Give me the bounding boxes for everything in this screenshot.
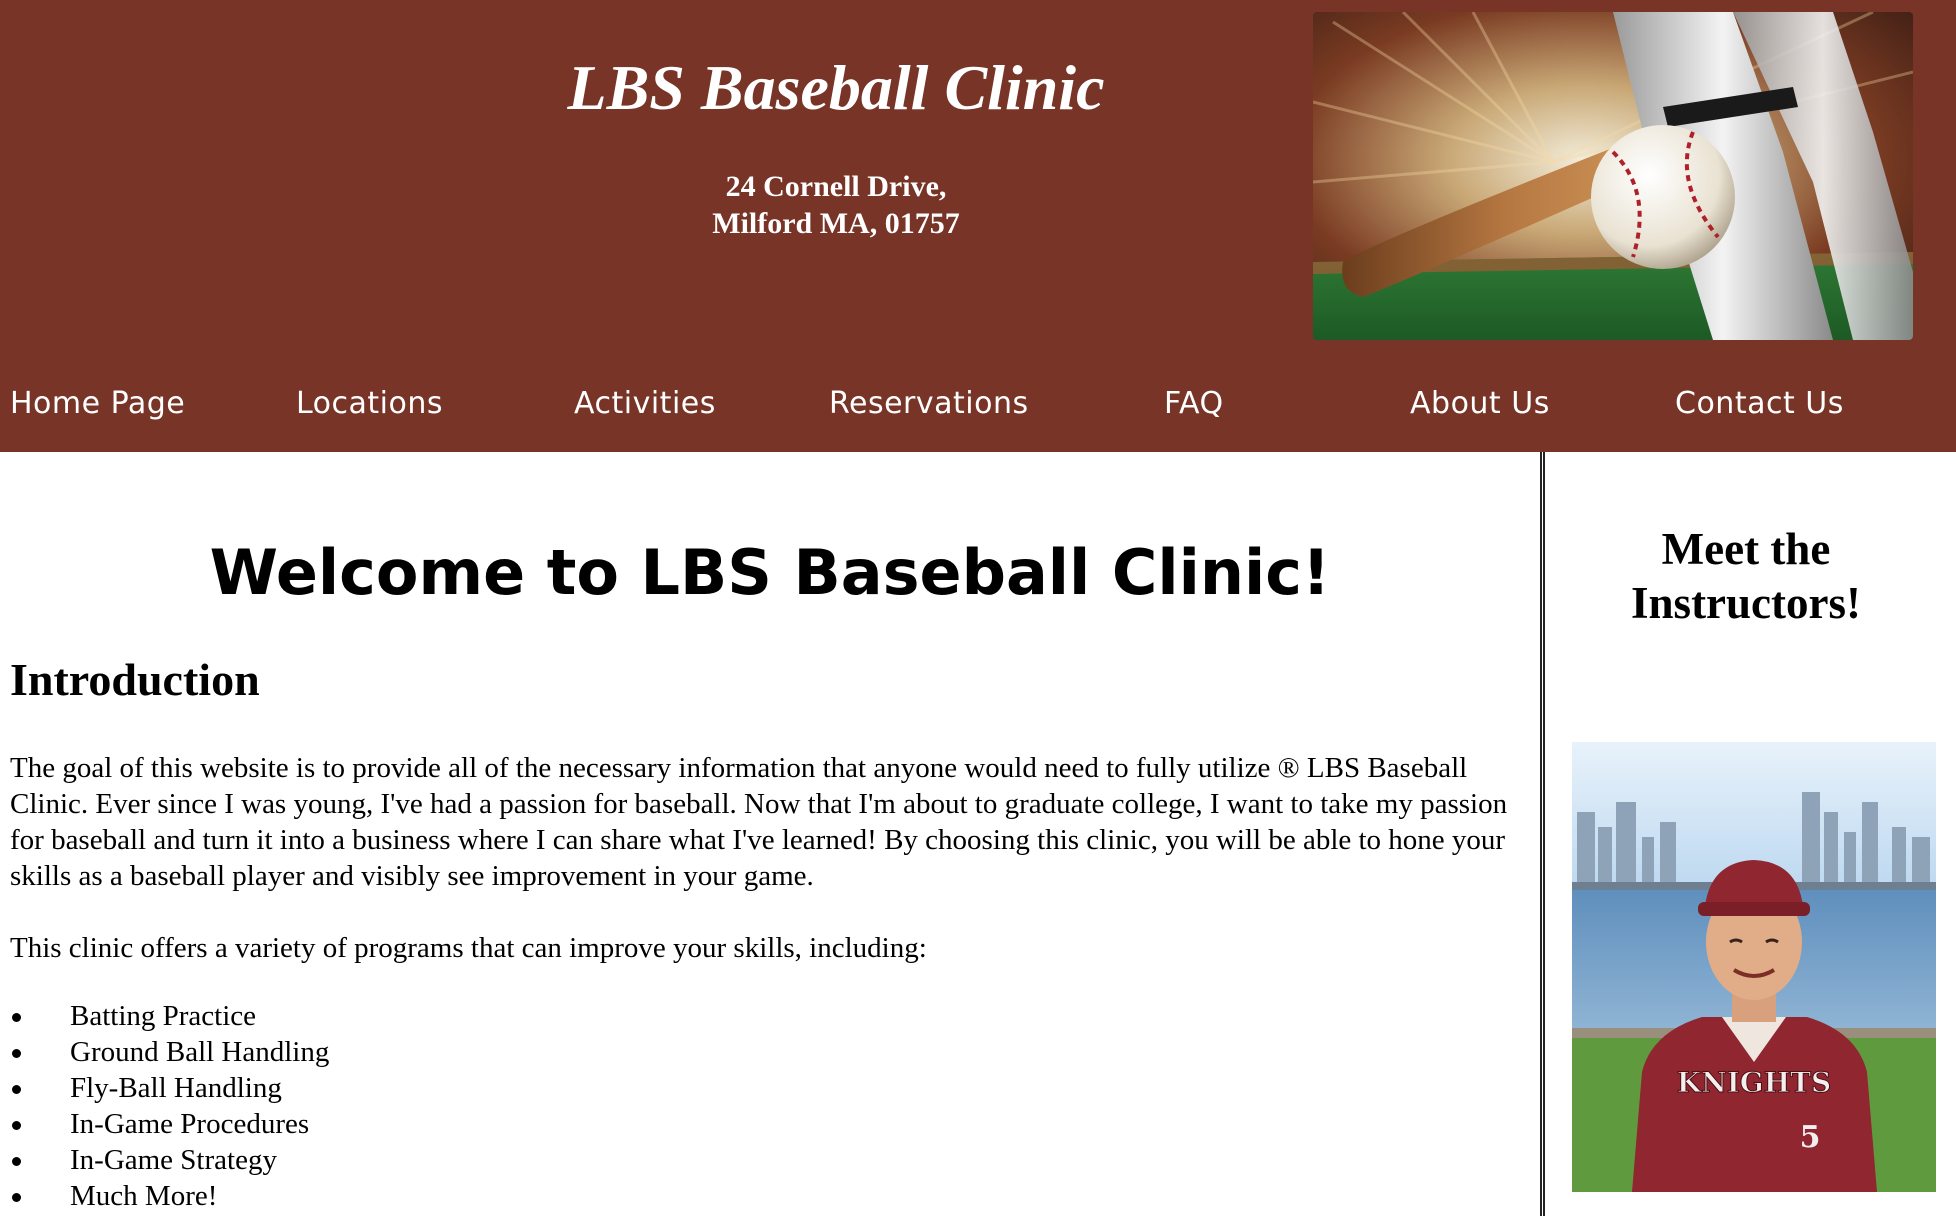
nav-locations[interactable]: Locations bbox=[296, 384, 443, 424]
jersey-number: 5 bbox=[1800, 1120, 1821, 1155]
instructors-heading: Meet the Instructors! bbox=[1545, 522, 1947, 630]
nav-faq[interactable]: FAQ bbox=[1164, 384, 1224, 424]
list-item: In-Game Strategy bbox=[10, 1142, 329, 1178]
nav-about-us[interactable]: About Us bbox=[1410, 384, 1550, 424]
hero-image bbox=[1313, 12, 1913, 340]
nav-reservations[interactable]: Reservations bbox=[829, 384, 1029, 424]
instructor-photo: KNIGHTS 5 bbox=[1572, 742, 1936, 1192]
programs-list: Batting Practice Ground Ball Handling Fl… bbox=[10, 998, 329, 1214]
main-nav: Home Page Locations Activities Reservati… bbox=[0, 372, 1956, 436]
welcome-heading: Welcome to LBS Baseball Clinic! bbox=[209, 536, 1331, 609]
jersey-text: KNIGHTS bbox=[1677, 1066, 1831, 1099]
nav-contact-us[interactable]: Contact Us bbox=[1675, 384, 1844, 424]
list-item: In-Game Procedures bbox=[10, 1106, 329, 1142]
site-header: LBS Baseball Clinic 24 Cornell Drive, Mi… bbox=[0, 0, 1956, 452]
introduction-heading: Introduction bbox=[10, 654, 260, 705]
list-item: Batting Practice bbox=[10, 998, 329, 1034]
instructors-heading-line-2: Instructors! bbox=[1631, 578, 1861, 628]
list-item: Ground Ball Handling bbox=[10, 1034, 329, 1070]
intro-paragraph: The goal of this website is to provide a… bbox=[10, 752, 1508, 892]
list-item: Fly-Ball Handling bbox=[10, 1070, 329, 1106]
nav-activities[interactable]: Activities bbox=[574, 384, 716, 424]
list-item: Much More! bbox=[10, 1178, 329, 1214]
instructors-heading-line-1: Meet the bbox=[1661, 524, 1831, 574]
programs-intro-paragraph: This clinic offers a variety of programs… bbox=[10, 932, 927, 964]
nav-home-page[interactable]: Home Page bbox=[10, 384, 185, 424]
